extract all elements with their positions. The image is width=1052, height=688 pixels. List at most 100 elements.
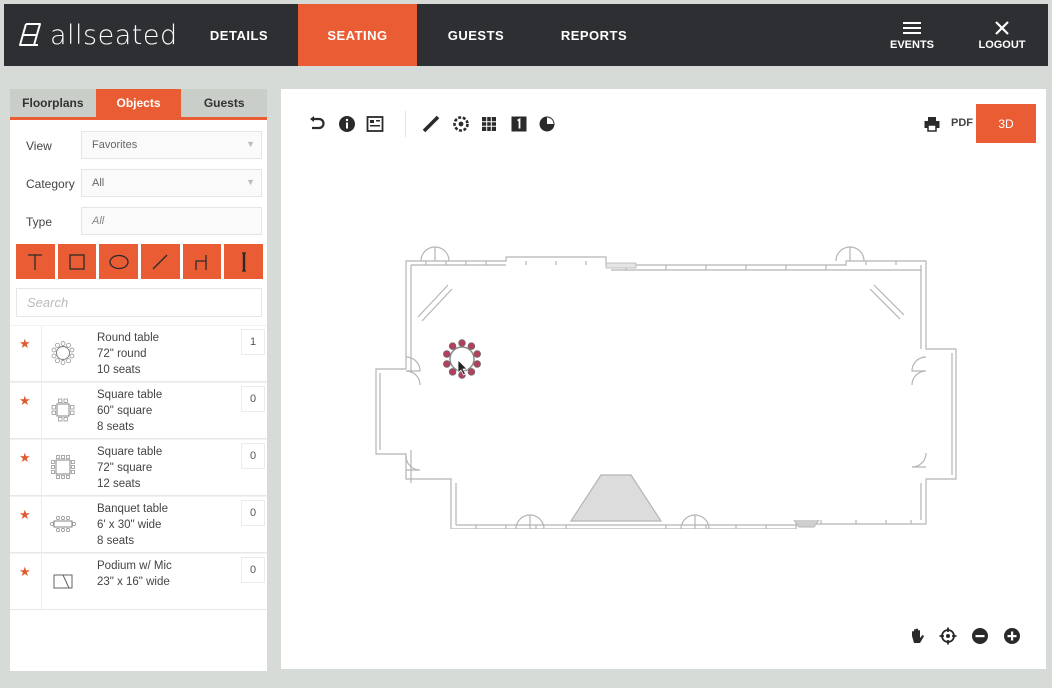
- item-count[interactable]: 0: [241, 443, 265, 469]
- view-filter-row: View Favorites ▼: [10, 131, 267, 161]
- ellipse-tool-button[interactable]: [99, 244, 139, 279]
- layout-icon: [366, 116, 384, 132]
- wall-sign: [605, 262, 637, 269]
- tab-guests[interactable]: Guests: [181, 89, 268, 117]
- square-table-icon: [50, 452, 76, 482]
- center-button[interactable]: [938, 626, 958, 646]
- item-description: Square table 60" square 8 seats: [97, 387, 162, 435]
- favorite-star-icon[interactable]: ★: [19, 336, 31, 352]
- measure-button[interactable]: [421, 114, 441, 134]
- door-arc: [420, 246, 450, 262]
- brand-logo[interactable]: allseated: [16, 18, 178, 52]
- info-button[interactable]: [337, 114, 357, 134]
- zoom-in-button[interactable]: [1002, 626, 1022, 646]
- pillar-tool-button[interactable]: [224, 244, 264, 279]
- text-tool-icon: [28, 253, 43, 270]
- item-seats: 10 seats: [97, 364, 141, 376]
- rectangle-tool-button[interactable]: [57, 244, 97, 279]
- door-arc: [680, 514, 710, 529]
- tab-underline: [10, 117, 267, 120]
- door-arc: [405, 455, 421, 471]
- pillar-tool-icon: [241, 251, 246, 272]
- pan-button[interactable]: [907, 626, 927, 646]
- pie-icon: [539, 116, 555, 132]
- nav-guests[interactable]: GUESTS: [434, 4, 518, 66]
- floorplan-drawing: [375, 246, 957, 529]
- chevron-down-icon: ▼: [246, 177, 255, 187]
- text-tool-button[interactable]: [16, 244, 55, 279]
- favorite-star-icon[interactable]: ★: [19, 507, 31, 523]
- view-select[interactable]: Favorites ▼: [81, 131, 262, 159]
- layout-button[interactable]: [365, 114, 385, 134]
- item-description: Round table 72" round 10 seats: [97, 330, 159, 378]
- chevron-down-icon: ▼: [246, 139, 255, 149]
- tab-floorplans[interactable]: Floorplans: [10, 89, 96, 117]
- top-nav-bar: allseated DETAILS SEATING GUESTS REPORTS…: [4, 4, 1048, 66]
- info-icon: [339, 116, 355, 132]
- favorite-star-icon[interactable]: ★: [19, 450, 31, 466]
- undo-icon: [310, 116, 325, 130]
- tab-objects[interactable]: Objects: [95, 89, 182, 117]
- item-count[interactable]: 0: [241, 500, 265, 526]
- list-item[interactable]: ★ Square table 72" square 12 seats 0: [10, 439, 267, 496]
- item-size: 72" square: [97, 462, 153, 474]
- wall-tool-button[interactable]: [182, 244, 222, 279]
- events-button[interactable]: EVENTS: [884, 4, 940, 66]
- item-name: Square table: [97, 389, 163, 401]
- placed-round-table[interactable]: [443, 339, 481, 379]
- chart-button[interactable]: [537, 114, 557, 134]
- list-item[interactable]: ★ Square table 60" square 8 seats 0: [10, 382, 267, 439]
- item-name: Podium w/ Mic: [97, 560, 172, 572]
- item-count[interactable]: 0: [241, 557, 265, 583]
- divider: [41, 497, 42, 552]
- category-select[interactable]: All ▼: [81, 169, 262, 197]
- item-size: 72" round: [97, 348, 147, 360]
- favorite-star-icon[interactable]: ★: [19, 564, 31, 580]
- view-3d-button[interactable]: 3D: [976, 104, 1036, 143]
- pdf-button[interactable]: PDF: [951, 117, 973, 129]
- stage-area: [569, 474, 663, 522]
- line-tool-button[interactable]: [141, 244, 180, 279]
- nav-reports[interactable]: REPORTS: [554, 4, 634, 66]
- brand-name: allseated: [50, 19, 178, 51]
- type-input[interactable]: All: [81, 207, 262, 235]
- logout-label: LOGOUT: [978, 38, 1026, 51]
- nav-seating[interactable]: SEATING: [298, 4, 417, 66]
- item-count[interactable]: 1: [241, 329, 265, 355]
- panel-tabs: Floorplans Objects Guests: [10, 89, 268, 117]
- zoom-in-icon: [1004, 628, 1020, 644]
- zoom-out-button[interactable]: [970, 626, 990, 646]
- logout-button[interactable]: LOGOUT: [974, 4, 1030, 66]
- grid-button[interactable]: [479, 114, 499, 134]
- undo-button[interactable]: [307, 114, 327, 134]
- item-seats: 12 seats: [97, 478, 141, 490]
- item-count[interactable]: 0: [241, 386, 265, 412]
- item-name: Round table: [97, 332, 160, 344]
- line-tool-icon: [152, 254, 168, 269]
- item-size: 60" square: [97, 405, 153, 417]
- rectangle-tool-icon: [69, 253, 85, 270]
- nav-details[interactable]: DETAILS: [194, 4, 284, 66]
- favorite-star-icon[interactable]: ★: [19, 393, 31, 409]
- list-item[interactable]: ★ Banquet table 6' x 30" wide 8 seats 0: [10, 496, 267, 553]
- list-item[interactable]: ★ Round table 72" round 10 seats 1: [10, 325, 267, 382]
- item-seats: 8 seats: [97, 535, 135, 547]
- settings-button[interactable]: [451, 114, 471, 134]
- number-icon: [511, 116, 527, 132]
- hamburger-menu-icon: [903, 21, 921, 34]
- divider: [41, 326, 42, 381]
- type-filter-row: Type All: [10, 207, 267, 237]
- door-arc: [835, 246, 865, 262]
- floorplan-canvas[interactable]: PDF 3D: [281, 89, 1046, 669]
- print-button[interactable]: [922, 114, 942, 134]
- list-item[interactable]: ★ Podium w/ Mic 23" x 16" wide 0: [10, 553, 267, 610]
- center-target-icon: [939, 627, 957, 645]
- object-search-input[interactable]: Search: [16, 288, 262, 317]
- door-arc: [911, 356, 927, 386]
- item-description: Podium w/ Mic 23" x 16" wide: [97, 558, 172, 590]
- numbering-button[interactable]: [509, 114, 529, 134]
- toolbar-divider: [405, 111, 406, 137]
- grid-icon: [482, 117, 496, 131]
- draw-tools: [16, 244, 264, 279]
- category-value: All: [92, 177, 105, 189]
